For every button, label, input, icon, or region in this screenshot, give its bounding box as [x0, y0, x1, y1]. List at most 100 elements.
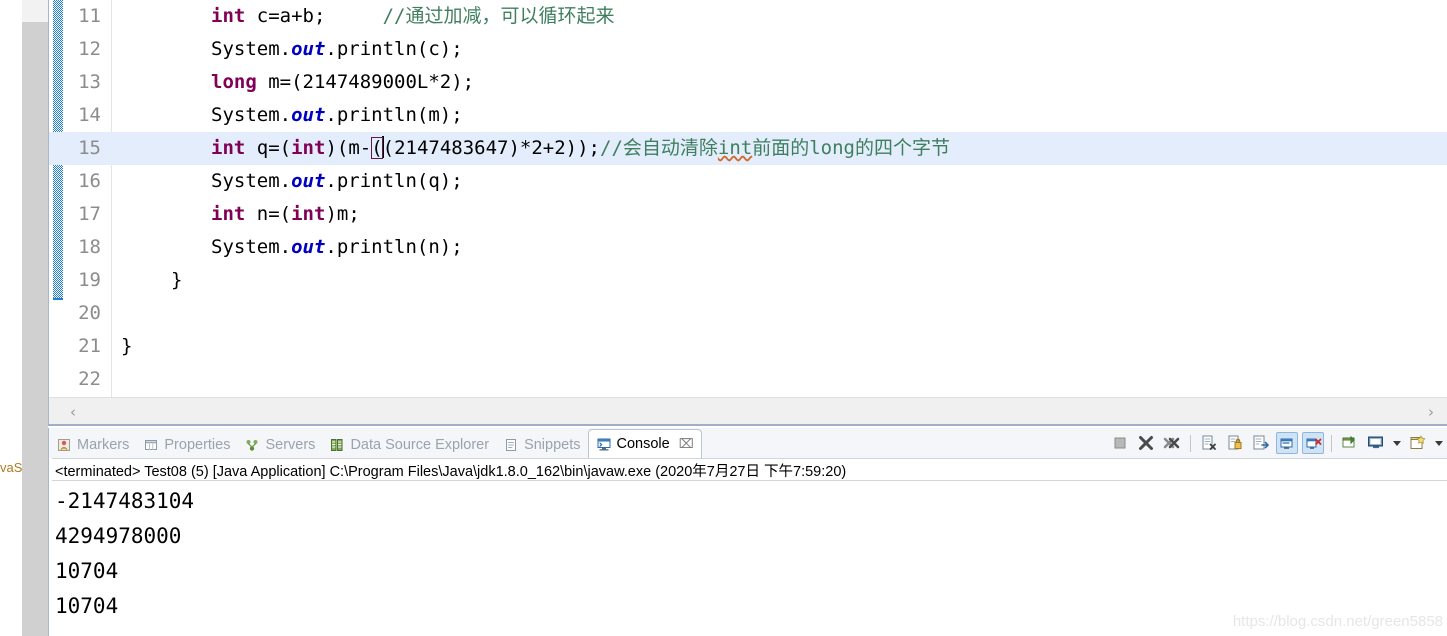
left-view-label: vaS	[0, 460, 23, 475]
line-number: 16	[78, 170, 101, 192]
tab-label: Console	[616, 436, 670, 452]
separator-1	[1190, 434, 1191, 452]
scroll-lock-button[interactable]	[1224, 432, 1246, 454]
code-line-text: int c=a+b; //通过加减，可以循环起来	[211, 0, 615, 33]
code-line[interactable]: 13 long m=(2147489000L*2);	[49, 66, 1447, 99]
display-console-dropdown[interactable]	[1393, 440, 1401, 446]
clear-console-icon	[1199, 433, 1219, 458]
code-line[interactable]: 18 System.out.println(n);	[49, 231, 1447, 264]
code-line-text: System.out.println(c);	[211, 33, 463, 66]
code-line[interactable]: 20	[49, 297, 1447, 330]
code-line-text: }	[121, 330, 132, 363]
code-editor-content[interactable]: 11 int c=a+b; //通过加减，可以循环起来 12 System.out.p…	[49, 0, 1447, 397]
line-number: 17	[78, 203, 101, 225]
scroll-left-arrow-icon[interactable]: ‹	[63, 402, 83, 422]
code-line-text: int n=(int)m;	[211, 198, 360, 231]
show-console-on-output-button[interactable]	[1276, 432, 1298, 454]
code-token: (2147483647)*2+2));	[382, 137, 600, 159]
code-token: //通过加减，可以循环起来	[382, 5, 615, 27]
clear-console-button[interactable]	[1198, 432, 1220, 454]
properties-icon	[143, 437, 159, 453]
terminate-all-button[interactable]	[1135, 432, 1157, 454]
separator-2	[1331, 434, 1332, 452]
line-number: 14	[78, 104, 101, 126]
line-number: 18	[78, 236, 101, 258]
code-line-text: System.out.println(m);	[211, 99, 463, 132]
terminate-button[interactable]	[1109, 432, 1131, 454]
code-line[interactable]: 14 System.out.println(m);	[49, 99, 1447, 132]
scroll-right-arrow-icon[interactable]: ›	[1421, 402, 1441, 422]
code-token: 前面的long的四个字节	[752, 137, 950, 159]
code-line[interactable]: 21}	[49, 330, 1447, 363]
code-token: int	[291, 137, 326, 159]
tab-console[interactable]: Console ⌧	[587, 429, 702, 458]
console-output-line: -2147483104	[55, 489, 195, 513]
code-line[interactable]: 11 int c=a+b; //通过加减，可以循环起来	[49, 0, 1447, 33]
pin-console-button[interactable]	[1250, 432, 1272, 454]
code-token: System.	[211, 236, 292, 258]
code-token: out	[291, 104, 326, 126]
line-number: 12	[78, 38, 101, 60]
tab-close-icon[interactable]: ⌧	[679, 436, 694, 452]
tab-snippets[interactable]: Snippets	[496, 432, 587, 458]
console-err-icon	[1304, 434, 1324, 459]
new-console-dropdown[interactable]	[1435, 440, 1443, 446]
pin-icon	[1340, 433, 1360, 458]
code-line[interactable]: 12 System.out.println(c);	[49, 33, 1447, 66]
code-token: c=a+b;	[245, 5, 326, 27]
pin-console-icon	[1251, 433, 1271, 458]
view-tab-bar: Markers Properties Servers Data Source Expl…	[49, 428, 1447, 458]
code-token: )(m-	[325, 137, 372, 159]
code-token: int	[211, 203, 246, 225]
code-token: int	[211, 5, 246, 27]
left-panel-scrollbar[interactable]	[22, 22, 48, 636]
editor-bottom-border	[48, 424, 1447, 426]
snippets-icon	[503, 437, 519, 453]
tab-label: Servers	[265, 437, 316, 453]
code-token: out	[291, 236, 326, 258]
code-token: out	[291, 170, 326, 192]
tab-label: Properties	[164, 437, 231, 453]
code-line[interactable]: 22	[49, 363, 1447, 396]
code-token: System.	[211, 170, 292, 192]
editor-horizontal-scrollbar[interactable]: ‹ ›	[49, 397, 1447, 426]
console-output-line: 4294978000	[55, 524, 182, 548]
pin-button[interactable]	[1339, 432, 1361, 454]
line-number: 21	[78, 335, 101, 357]
code-token: }	[121, 335, 133, 357]
console-header-rule	[49, 480, 1447, 481]
stop-square-icon	[1110, 433, 1130, 458]
code-token: System.	[211, 104, 292, 126]
code-token: )m;	[325, 203, 360, 225]
tab-markers[interactable]: Markers	[49, 432, 136, 458]
x-icon	[1136, 433, 1156, 458]
line-number: 13	[78, 71, 101, 93]
double-x-icon	[1162, 433, 1182, 458]
tab-servers[interactable]: Servers	[237, 432, 322, 458]
remove-launch-button[interactable]	[1161, 432, 1183, 454]
code-token: long	[211, 71, 257, 93]
code-line-text: long m=(2147489000L*2);	[211, 66, 474, 99]
tab-data-source-explorer[interactable]: Data Source Explorer	[322, 432, 496, 458]
left-strip-top	[22, 0, 48, 22]
code-line[interactable]: 17 int n=(int)m;	[49, 198, 1447, 231]
show-console-on-error-button[interactable]	[1302, 432, 1324, 454]
code-token: int	[291, 203, 326, 225]
tab-label: Snippets	[524, 437, 581, 453]
code-token: System.	[211, 38, 292, 60]
code-line[interactable]: 16 System.out.println(q);	[49, 165, 1447, 198]
display-console-button[interactable]	[1365, 432, 1387, 454]
code-line[interactable]: 19}	[49, 264, 1447, 297]
code-line[interactable]: 15 int q=(int)(m-((2147483647)*2+2));//会自…	[49, 132, 1447, 165]
code-token: .println(n);	[325, 236, 463, 258]
console-toolbar	[1109, 430, 1445, 456]
code-editor[interactable]: 11 int c=a+b; //通过加减，可以循环起来 12 System.out.p…	[48, 0, 1447, 426]
line-number: 15	[78, 137, 101, 159]
console-out-icon	[1278, 434, 1298, 459]
tab-label: Markers	[77, 437, 130, 453]
lock-icon	[1225, 433, 1245, 458]
tab-properties[interactable]: Properties	[136, 432, 237, 458]
servers-icon	[244, 437, 260, 453]
new-console-button[interactable]	[1407, 432, 1429, 454]
